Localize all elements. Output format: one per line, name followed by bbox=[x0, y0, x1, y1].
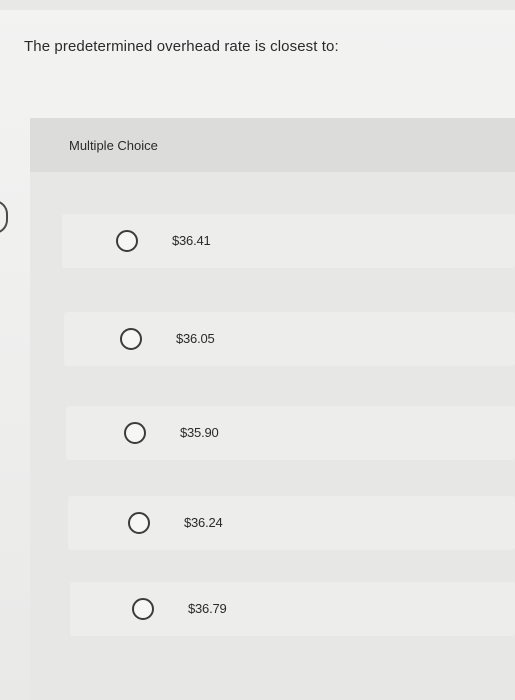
choice-label: $36.24 bbox=[184, 515, 223, 530]
multiple-choice-title: Multiple Choice bbox=[69, 138, 158, 153]
partial-icon bbox=[0, 200, 8, 234]
top-strip bbox=[0, 0, 515, 10]
radio-button[interactable] bbox=[124, 422, 146, 444]
choice-option-3[interactable]: $35.90 bbox=[66, 406, 515, 460]
choice-option-5[interactable]: $36.79 bbox=[70, 582, 515, 636]
radio-button[interactable] bbox=[132, 598, 154, 620]
choice-option-1[interactable]: $36.41 bbox=[62, 214, 515, 268]
radio-button[interactable] bbox=[116, 230, 138, 252]
question-prompt: The predetermined overhead rate is close… bbox=[24, 38, 339, 55]
multiple-choice-header: Multiple Choice bbox=[30, 118, 515, 172]
radio-button[interactable] bbox=[120, 328, 142, 350]
choice-label: $36.05 bbox=[176, 331, 215, 346]
choice-label: $36.79 bbox=[188, 601, 227, 616]
choice-option-2[interactable]: $36.05 bbox=[64, 312, 515, 366]
choice-label: $36.41 bbox=[172, 233, 211, 248]
choice-label: $35.90 bbox=[180, 425, 219, 440]
multiple-choice-panel: Multiple Choice $36.41 $36.05 $35.90 $36… bbox=[30, 118, 515, 700]
choice-option-4[interactable]: $36.24 bbox=[68, 496, 515, 550]
radio-button[interactable] bbox=[128, 512, 150, 534]
